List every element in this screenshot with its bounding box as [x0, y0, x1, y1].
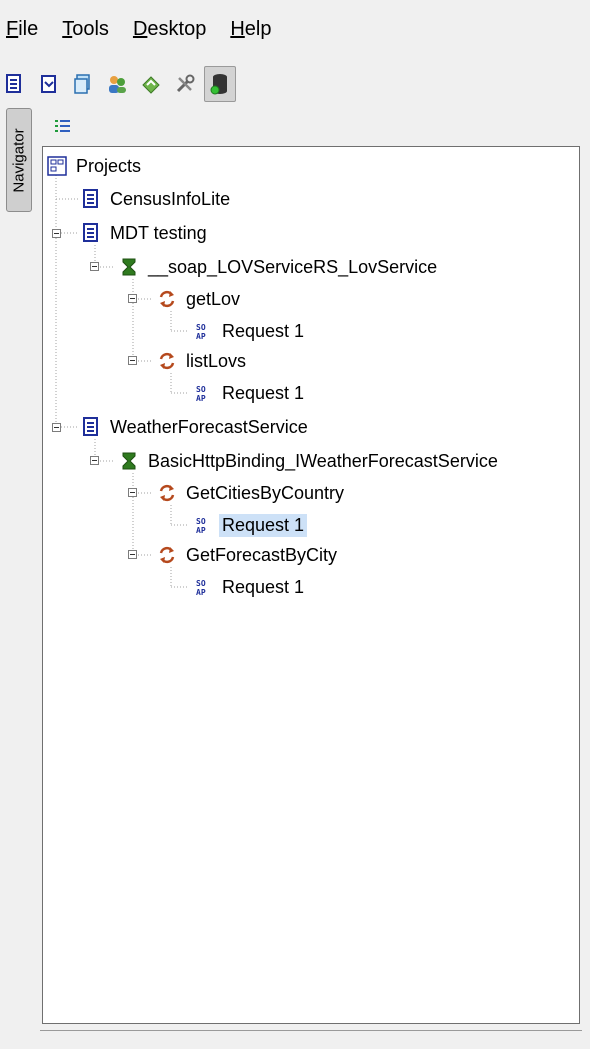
tree-node-label: Projects: [76, 155, 142, 176]
navigator-tab[interactable]: Navigator: [6, 108, 32, 212]
sync-icon: [142, 76, 160, 94]
tree-node-request-getcities[interactable]: SO AP Request 1: [193, 510, 308, 540]
users-icon: [109, 76, 126, 93]
project-icon: [83, 223, 98, 242]
svg-text:AP: AP: [196, 588, 206, 597]
collapse-toggle-getforecast[interactable]: [128, 550, 137, 559]
collapse-toggle-listlovs[interactable]: [128, 356, 137, 365]
database-button[interactable]: [204, 66, 236, 102]
soap-request-icon: SO AP: [196, 323, 206, 341]
service-interface-icon: [122, 452, 136, 470]
svg-text:AP: AP: [196, 394, 206, 403]
soap-request-icon: SO AP: [196, 385, 206, 403]
toolbar: [0, 62, 590, 106]
collapse-toggle-mdt[interactable]: [52, 229, 61, 238]
svg-text:SO: SO: [196, 323, 206, 332]
operation-icon: [159, 290, 175, 308]
service-interface-icon: [122, 258, 136, 276]
project-icon: [83, 189, 98, 208]
svg-text:SO: SO: [196, 385, 206, 394]
operation-icon: [159, 546, 175, 564]
navigator-panel-header: [40, 108, 582, 146]
new-project-button[interactable]: [0, 69, 30, 99]
database-icon: [210, 74, 227, 95]
svg-text:SO: SO: [196, 579, 206, 588]
tree-node-basichttpbinding[interactable]: BasicHttpBinding_IWeatherForecastService: [119, 446, 501, 476]
tree-node-getlov[interactable]: getLov: [157, 284, 243, 314]
svg-text:AP: AP: [196, 526, 206, 535]
tree-node-label: getLov: [186, 288, 241, 309]
save-icon: [74, 74, 90, 94]
tools-icon: [176, 74, 195, 93]
project-tree: Projects CensusInfoLite MDT testing __so…: [42, 146, 580, 1024]
tree-node-request-listlovs[interactable]: SO AP Request 1: [193, 378, 307, 408]
tree-node-label: listLovs: [186, 350, 247, 371]
tree-node-label: Request 1: [222, 576, 305, 597]
tree-node-weatherforecastservice[interactable]: WeatherForecastService: [81, 412, 311, 442]
menu-file[interactable]: File: [0, 18, 50, 41]
tree-node-label: Request 1: [222, 320, 305, 341]
menu-tools-label: Tools: [62, 17, 109, 40]
collapse-toggle-getcities[interactable]: [128, 488, 137, 497]
open-project-icon: [41, 75, 56, 93]
collapse-toggle-getlov[interactable]: [128, 294, 137, 303]
tree-node-mdt-testing[interactable]: MDT testing: [81, 218, 210, 248]
sync-button[interactable]: [136, 69, 166, 99]
tree-node-label: GetForecastByCity: [186, 544, 338, 565]
soap-request-icon: SO AP: [196, 517, 206, 535]
tools-button[interactable]: [170, 69, 200, 99]
tree-node-label: CensusInfoLite: [110, 188, 231, 209]
soap-request-icon: SO AP: [196, 579, 206, 597]
tree-node-label: Request 1: [222, 382, 305, 403]
operation-icon: [159, 484, 175, 502]
collapse-toggle-binding[interactable]: [90, 456, 99, 465]
collapse-toggle-lov-service[interactable]: [90, 262, 99, 271]
open-project-button[interactable]: [34, 69, 64, 99]
svg-text:SO: SO: [196, 517, 206, 526]
users-button[interactable]: [102, 69, 132, 99]
tree-node-label-selected: Request 1: [219, 513, 308, 537]
tree-node-getcitiesbycountry[interactable]: GetCitiesByCountry: [157, 478, 347, 508]
tree-node-lov-service[interactable]: __soap_LOVServiceRS_LovService: [119, 252, 440, 282]
new-project-icon: [6, 74, 21, 93]
tree-node-label: WeatherForecastService: [110, 416, 308, 437]
save-button[interactable]: [68, 69, 98, 99]
tree-node-getforecastbycity[interactable]: GetForecastByCity: [157, 540, 340, 570]
projects-root-icon: [47, 156, 67, 176]
tree-node-label: __soap_LOVServiceRS_LovService: [148, 256, 438, 277]
menu-help-label: Help: [230, 17, 272, 40]
tree-node-label: MDT testing: [110, 222, 207, 243]
navigator-tab-label: Navigator: [10, 127, 28, 193]
tree-view-button[interactable]: [54, 118, 72, 139]
tree-node-label: BasicHttpBinding_IWeatherForecastService: [148, 450, 498, 471]
svg-text:AP: AP: [196, 332, 206, 341]
panel-bottom-border: [40, 1030, 582, 1037]
project-icon: [83, 417, 98, 436]
menu-desktop[interactable]: Desktop: [121, 18, 218, 41]
tree-node-request-getforecast[interactable]: SO AP Request 1: [193, 572, 307, 602]
menu-tools[interactable]: Tools: [50, 18, 121, 41]
menu-file-label: File: [6, 17, 39, 40]
operation-icon: [159, 352, 175, 370]
tree-node-request-getlov[interactable]: SO AP Request 1: [193, 316, 307, 346]
menu-help[interactable]: Help: [218, 18, 283, 41]
menu-desktop-label: Desktop: [132, 17, 207, 40]
tree-node-label: GetCitiesByCountry: [186, 482, 345, 503]
menu-bar: File Tools Desktop Help: [0, 0, 590, 58]
tree-node-listlovs[interactable]: listLovs: [157, 346, 249, 376]
list-view-icon: [55, 120, 70, 132]
collapse-toggle-weather[interactable]: [52, 423, 61, 432]
tree-node-projects[interactable]: Projects: [47, 151, 144, 181]
tree-node-censusinfolite[interactable]: CensusInfoLite: [81, 184, 233, 214]
